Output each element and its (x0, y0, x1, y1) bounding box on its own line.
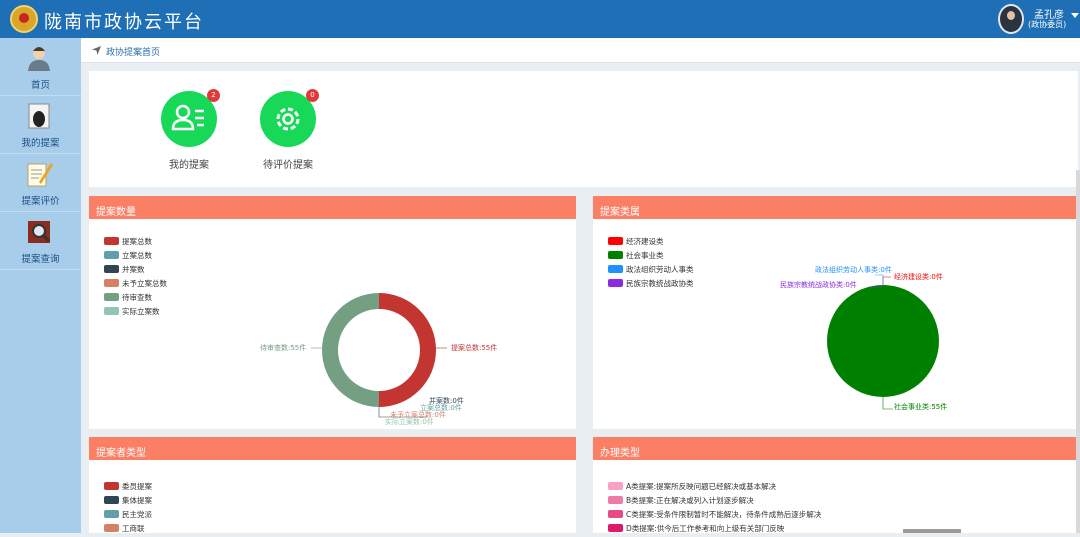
user-avatar[interactable] (998, 4, 1024, 34)
pending-evaluation-shortcut[interactable]: 0 待评价提案 (238, 89, 338, 181)
proposal-category-panel: 提案类属 经济建设类 社会事业类 政法组织劳动人事类 民族宗教统战政协类 社会事… (593, 196, 1078, 429)
sidebar-item-my-proposals[interactable]: 我的提案 (0, 96, 81, 154)
my-proposals-shortcut[interactable]: 2 我的提案 (139, 89, 239, 181)
user-icon (28, 47, 50, 71)
quick-access-panel: 2 我的提案 0 待评价提案 (89, 71, 1078, 187)
slice-label: 政法组织劳动人事类:0件 (815, 265, 892, 274)
sidebar-item-search[interactable]: 提案查询 (0, 212, 81, 270)
sidebar: 首页 我的提案 提案评价 提案查询 (0, 38, 81, 533)
legend-swatch (104, 482, 119, 490)
legend-swatch (104, 496, 119, 504)
legend-swatch (608, 524, 623, 532)
proposer-type-panel: 提案者类型 委员提案 集体提案 民主党派 工商联 (89, 437, 576, 533)
shortcut-label: 我的提案 (169, 160, 209, 171)
legend-label: A类提案:提案所反映问题已经解决或基本解决 (626, 482, 777, 491)
legend-label: 集体提案 (122, 496, 152, 505)
slice-label: 待审查数:55件 (260, 343, 306, 352)
legend-swatch (104, 524, 119, 532)
breadcrumb: 政协提案首页 (81, 38, 1080, 63)
breadcrumb-link[interactable]: 政协提案首页 (106, 45, 160, 58)
legend-label: C类提案:受条件限制暂时不能解决，待条件成熟后逐步解决 (626, 510, 822, 519)
sidebar-item-label: 提案评价 (21, 196, 60, 207)
panel-title: 提案类属 (593, 196, 1078, 219)
notification-badge: 0 (306, 89, 319, 102)
legend-label: B类提案:正在解决或列入计划逐步解决 (626, 496, 754, 505)
label-leader-line (875, 274, 884, 285)
label-leader-line (882, 397, 893, 410)
sidebar-item-label: 首页 (30, 80, 50, 91)
handling-type-panel: 办理类型 A类提案:提案所反映问题已经解决或基本解决 B类提案:正在解决或列入计… (593, 437, 1078, 533)
slice-label: 实际立案数:0件 (385, 417, 434, 426)
user-menu-caret-icon[interactable] (1071, 13, 1079, 18)
legend-swatch (104, 510, 119, 518)
pie-slice-social[interactable] (827, 285, 939, 397)
send-icon (92, 46, 101, 55)
donut-slice-pending[interactable] (322, 293, 379, 407)
panel-title: 提案者类型 (89, 437, 576, 460)
search-icon (28, 221, 51, 243)
evaluate-icon (27, 163, 53, 187)
donut-slice-total[interactable] (379, 293, 436, 407)
vertical-scrollbar[interactable] (1076, 170, 1080, 533)
notification-badge: 2 (207, 89, 220, 102)
slice-label: 经济建设类:0件 (894, 272, 943, 281)
sidebar-item-label: 我的提案 (21, 138, 60, 149)
legend-swatch (608, 482, 623, 490)
sidebar-item-label: 提案查询 (21, 254, 60, 265)
proposal-count-donut-chart: 提案总数:55件 待审查数:55件 并案数:0件 立案总数:0件 未予立案总数:… (260, 293, 497, 426)
user-role: (政协委员) (1028, 20, 1067, 29)
shortcut-label: 待评价提案 (263, 160, 313, 171)
legend-label: D类提案:供今后工作参考和向上级有关部门反映 (626, 524, 785, 533)
sidebar-item-evaluate[interactable]: 提案评价 (0, 154, 81, 212)
panel-title: 办理类型 (593, 437, 1078, 460)
top-bar: 陇南市政协云平台 孟孔彦 (政协委员) (0, 0, 1080, 38)
proposal-icon (28, 103, 50, 129)
sidebar-item-home[interactable]: 首页 (0, 38, 81, 96)
proposal-category-pie-chart: 社会事业类:55件 经济建设类:0件 政法组织劳动人事类:0件 民族宗教统战政协… (780, 265, 947, 411)
legend-label: 工商联 (122, 524, 145, 533)
app-title: 陇南市政协云平台 (44, 12, 204, 33)
panel-title: 提案数量 (89, 196, 576, 219)
proposal-count-panel: 提案数量 提案总数 立案总数 并案数 未予立案总数 待审查数 实际立案数 提案总… (89, 196, 576, 429)
slice-label: 提案总数:55件 (451, 343, 497, 352)
legend-swatch (608, 510, 623, 518)
slice-label: 民族宗教统战政协类:0件 (780, 280, 857, 289)
slice-label: 社会事业类:55件 (894, 402, 947, 411)
horizontal-scrollbar-thumb[interactable] (903, 529, 961, 533)
legend-swatch (608, 496, 623, 504)
legend-label: 委员提案 (122, 482, 152, 491)
cppcc-emblem-logo (10, 5, 38, 33)
label-leader-line (882, 276, 891, 285)
legend-label: 民主党派 (122, 510, 152, 519)
